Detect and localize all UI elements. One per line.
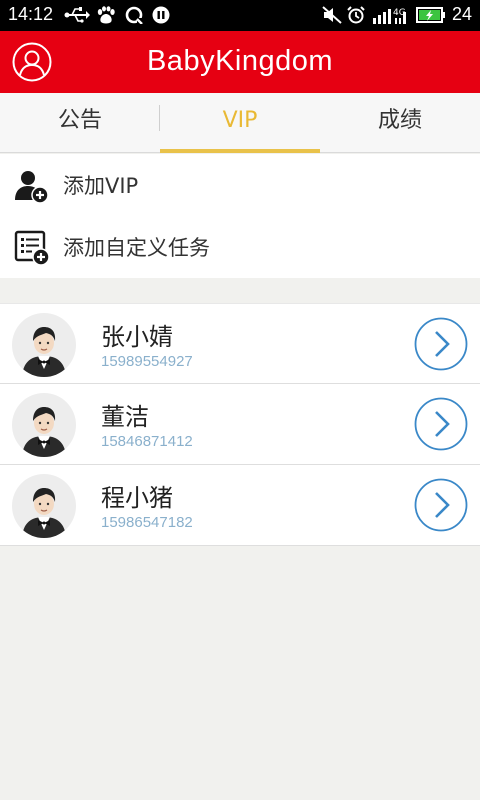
chevron-right-icon[interactable] — [414, 317, 468, 371]
baidu-paw-icon — [97, 6, 115, 24]
vip-list: 张小婧 15989554927 董洁 15846871412 程小猪 15986… — [0, 303, 480, 546]
app-bar: BabyKingdom — [0, 31, 480, 93]
battery-icon — [416, 7, 445, 23]
add-custom-task-label: 添加自定义任务 — [63, 236, 210, 260]
contact-name: 董洁 — [101, 403, 149, 431]
list-item[interactable]: 程小猪 15986547182 — [0, 465, 480, 546]
contact-name: 程小猪 — [101, 484, 173, 512]
add-user-icon — [15, 171, 49, 204]
chevron-right-icon[interactable] — [414, 397, 468, 451]
contact-phone: 15846871412 — [101, 433, 193, 450]
avatar — [12, 393, 76, 457]
avatar — [12, 313, 76, 377]
tab-vip[interactable]: VIP — [160, 93, 320, 153]
tab-announcement[interactable]: 公告 — [0, 93, 160, 153]
add-vip-button[interactable]: 添加VIP — [0, 154, 480, 216]
tab-label: 成绩 — [377, 108, 422, 133]
list-item[interactable]: 董洁 15846871412 — [0, 384, 480, 465]
avatar — [12, 474, 76, 538]
signal-icon: 4G — [373, 8, 406, 24]
add-custom-task-button[interactable]: 添加自定义任务 — [0, 216, 480, 278]
app-title: BabyKingdom — [146, 45, 334, 77]
tab-bar: 公告 VIP 成绩 — [0, 93, 480, 153]
sync-icon — [125, 6, 143, 24]
actions-section: 添加VIP 添加自定义任务 — [0, 154, 480, 278]
gentleman-avatar-icon — [22, 407, 66, 457]
gentleman-avatar-icon — [22, 488, 66, 538]
contact-phone: 15986547182 — [101, 514, 193, 531]
status-time: 14:12 — [8, 4, 54, 24]
gentleman-avatar-icon — [22, 327, 66, 377]
status-bar: 14:12 4G 24 — [0, 0, 480, 31]
add-task-icon — [14, 230, 50, 266]
mute-icon — [322, 6, 342, 24]
usb-icon — [64, 7, 90, 23]
alarm-icon — [347, 6, 365, 24]
pause-icon — [152, 6, 170, 24]
active-tab-indicator — [160, 149, 320, 153]
battery-level: 24 — [451, 4, 472, 24]
chevron-right-icon[interactable] — [414, 478, 468, 532]
tab-scores[interactable]: 成绩 — [320, 93, 480, 153]
list-item[interactable]: 张小婧 15989554927 — [0, 303, 480, 384]
contact-phone: 15989554927 — [101, 353, 193, 370]
tab-label: 公告 — [57, 108, 102, 133]
contact-name: 张小婧 — [101, 323, 173, 351]
tab-label: VIP — [222, 108, 258, 133]
add-vip-label: 添加VIP — [63, 174, 139, 198]
